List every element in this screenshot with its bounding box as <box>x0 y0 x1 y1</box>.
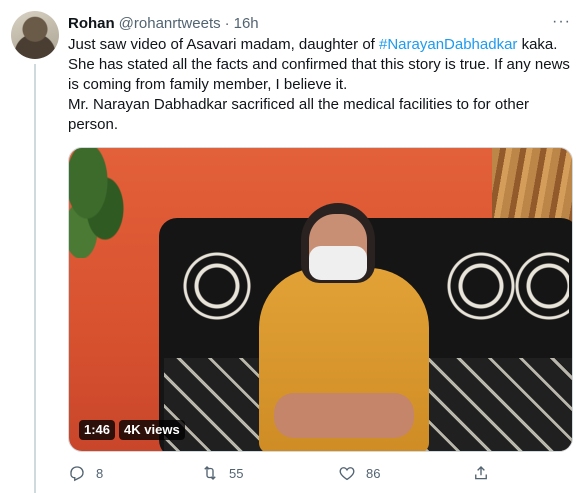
like-button[interactable]: 86 <box>338 464 380 482</box>
video-thumbnail <box>69 148 572 451</box>
author-handle[interactable]: @rohanrtweets <box>119 15 221 32</box>
tweet[interactable]: Rohan @rohanrtweets · 16h ··· Just saw v… <box>0 0 583 493</box>
retweet-count: 55 <box>229 465 244 481</box>
reply-icon <box>70 466 84 482</box>
tweet-header: Rohan @rohanrtweets · 16h <box>68 13 259 33</box>
separator-dot: · <box>224 14 230 32</box>
avatar[interactable] <box>11 11 59 59</box>
like-count: 86 <box>366 465 381 481</box>
retweet-button[interactable]: 55 <box>201 464 243 482</box>
reply-count: 8 <box>96 465 104 481</box>
reply-button[interactable]: 8 <box>68 464 103 482</box>
video-views: 4K views <box>119 420 185 440</box>
thread-line <box>34 64 36 493</box>
share-button[interactable] <box>472 464 490 482</box>
share-icon <box>475 466 487 480</box>
more-options-icon[interactable]: ··· <box>552 13 571 31</box>
text-before-hashtag: Just saw video of Asavari madam, daughte… <box>68 36 379 53</box>
like-icon <box>339 467 355 481</box>
hashtag-link[interactable]: #NarayanDabhadkar <box>379 36 517 53</box>
author-name[interactable]: Rohan <box>68 15 115 32</box>
video-info: 1:46 4K views <box>79 420 185 440</box>
retweet-icon <box>204 466 216 480</box>
tweet-paragraph-2: Mr. Narayan Dabhadkar sacrificed all the… <box>68 96 530 133</box>
tweet-text: Just saw video of Asavari madam, daughte… <box>68 35 573 135</box>
video-player[interactable]: 1:46 4K views <box>68 147 573 452</box>
tweet-paragraph-1: Just saw video of Asavari madam, daughte… <box>68 35 573 95</box>
tweet-time[interactable]: 16h <box>234 15 259 32</box>
tweet-actions: 8 55 86 <box>68 460 508 486</box>
video-duration: 1:46 <box>79 420 116 440</box>
